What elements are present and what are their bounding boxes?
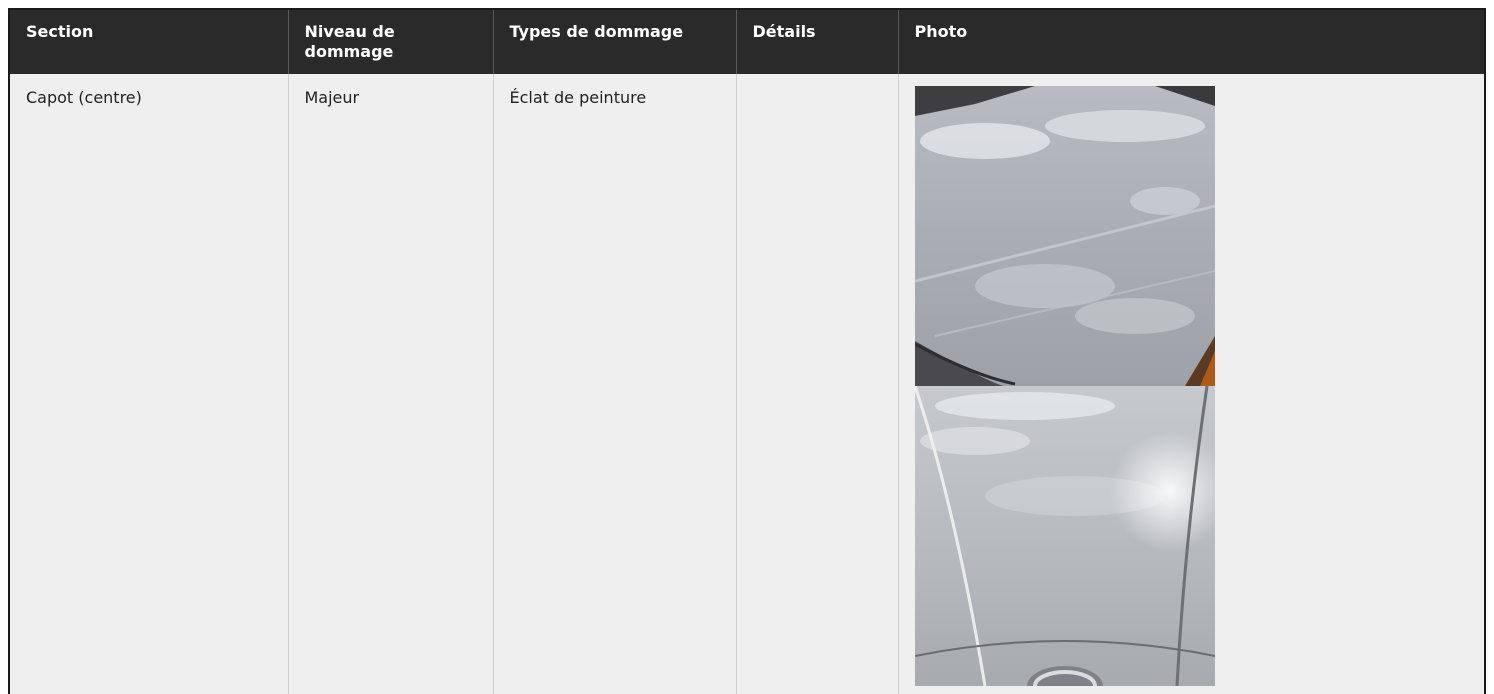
cell-details (736, 74, 899, 694)
header-section: Section (10, 10, 289, 74)
header-photo: Photo (898, 10, 1484, 74)
damage-report-table: Section Niveau de dommage Types de domma… (10, 10, 1484, 694)
cell-damage-level: Majeur (288, 74, 494, 694)
cell-damage-types: Éclat de peinture (493, 74, 737, 694)
damage-report-frame: Section Niveau de dommage Types de domma… (8, 8, 1486, 694)
table-row: Capot (centre) Majeur Éclat de peinture (10, 74, 1484, 694)
damage-photo-1[interactable] (914, 86, 1215, 386)
header-damage-level: Niveau de dommage (288, 10, 494, 74)
header-details: Détails (736, 10, 899, 74)
damage-photo-2[interactable] (914, 386, 1215, 686)
header-row: Section Niveau de dommage Types de domma… (10, 10, 1484, 74)
header-damage-types: Types de dommage (493, 10, 737, 74)
cell-photo (898, 74, 1484, 694)
cell-section: Capot (centre) (10, 74, 289, 694)
